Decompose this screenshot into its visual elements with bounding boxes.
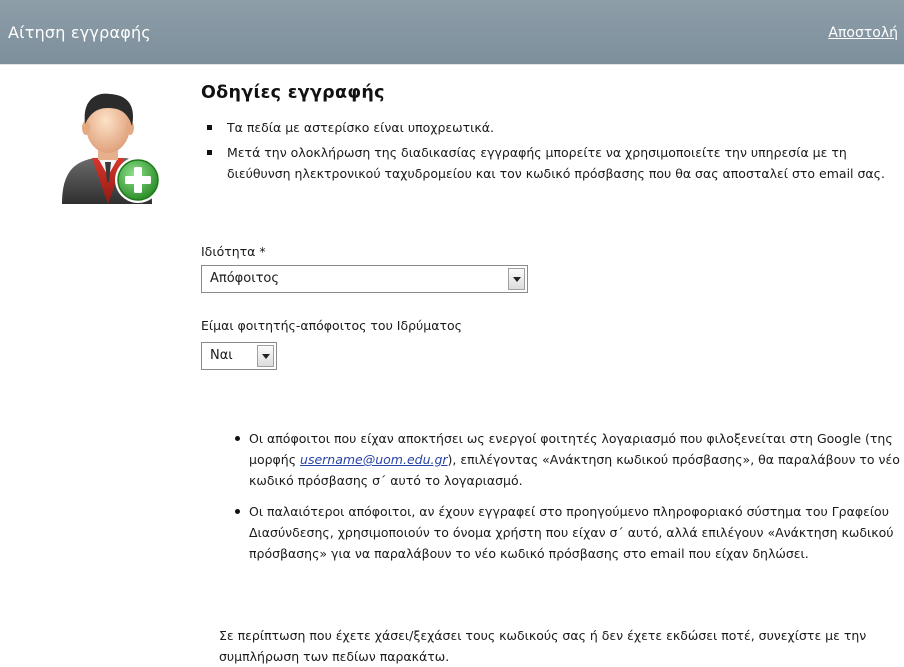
student-select-value: Ναι — [210, 348, 233, 363]
bullet-dot-icon — [235, 436, 240, 441]
property-label: Ιδιότητα * — [201, 244, 266, 259]
list-item: Τα πεδία με αστερίσκο είναι υποχρεωτικά. — [201, 117, 901, 138]
instructions-heading: Οδηγίες εγγραφής — [201, 83, 385, 103]
instructions-list: Τα πεδία με αστερίσκο είναι υποχρεωτικά.… — [201, 117, 901, 184]
list-item-text: Τα πεδία με αστερίσκο είναι υποχρεωτικά. — [227, 120, 494, 135]
student-select[interactable]: Ναι — [201, 342, 277, 370]
bullet-square-icon — [207, 150, 212, 155]
property-select-value: Απόφοιτος — [210, 271, 280, 286]
header-divider — [0, 64, 904, 65]
bullet-dot-icon — [235, 509, 240, 514]
user-add-icon — [62, 93, 161, 204]
send-link[interactable]: Αποστολή — [828, 25, 898, 41]
instructions-section: Οδηγίες εγγραφής Τα πεδία με αστερίσκο ε… — [201, 83, 901, 188]
chevron-down-icon[interactable] — [508, 268, 525, 290]
info-note: Σε περίπτωση που έχετε χάσει/ξεχάσει του… — [219, 628, 867, 664]
property-select[interactable]: Απόφοιτος — [201, 265, 528, 293]
email-link[interactable]: username@uom.edu.gr — [300, 452, 448, 467]
bullet-square-icon — [207, 125, 212, 130]
list-item: Οι απόφοιτοι που είχαν αποκτήσει ως ενερ… — [231, 428, 901, 491]
page-title: Αίτηση εγγραφής — [8, 23, 151, 42]
header-bar: Αίτηση εγγραφής Αποστολή — [0, 0, 904, 64]
student-label: Είμαι φοιτητής-απόφοιτος του Ιδρύματος — [201, 318, 462, 333]
info-list: Οι απόφοιτοι που είχαν αποκτήσει ως ενερ… — [231, 428, 901, 564]
info-section: Οι απόφοιτοι που είχαν αποκτήσει ως ενερ… — [231, 428, 901, 574]
list-item: Μετά την ολοκλήρωση της διαδικασίας εγγρ… — [201, 142, 901, 184]
chevron-down-icon[interactable] — [257, 345, 274, 367]
info-text-2: Οι παλαιότεροι απόφοιτοι, αν έχουν εγγρα… — [249, 504, 894, 561]
list-item: Οι παλαιότεροι απόφοιτοι, αν έχουν εγγρα… — [231, 501, 901, 564]
list-item-text: Μετά την ολοκλήρωση της διαδικασίας εγγρ… — [227, 145, 885, 181]
